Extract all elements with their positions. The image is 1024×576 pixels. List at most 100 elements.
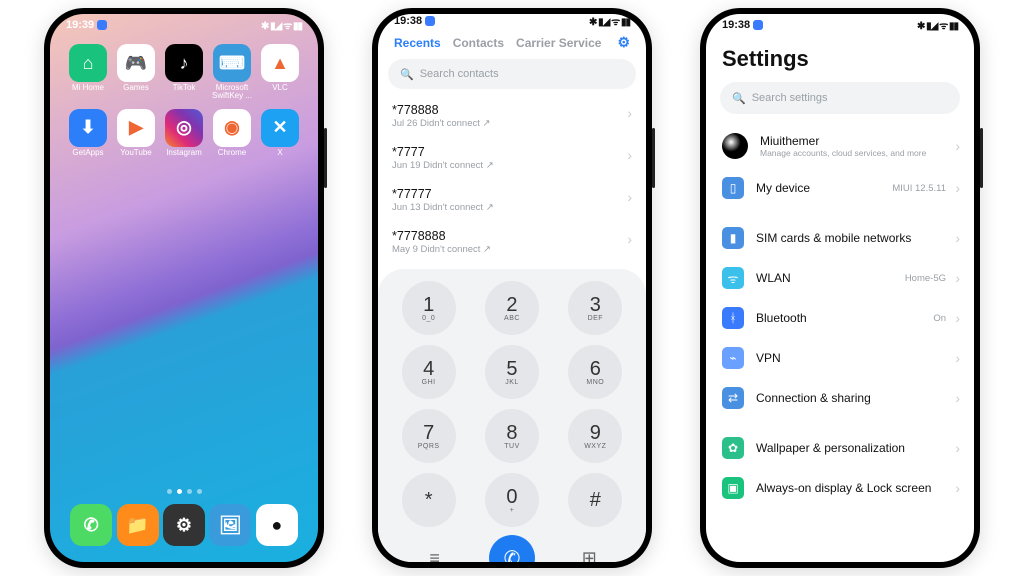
settings-item-label: Always-on display & Lock screen <box>756 481 958 495</box>
app-icon: ⌂ <box>69 44 107 82</box>
status-pill-icon <box>425 16 435 26</box>
settings-item-always-on-display-lock-screen[interactable]: ▣ Always-on display & Lock screen <box>720 468 960 508</box>
app-icon: ⌨ <box>213 44 251 82</box>
dialpad-key-7[interactable]: 7PQRS <box>402 409 456 463</box>
app-microsoft-swiftkey-[interactable]: ⌨ Microsoft SwiftKey ... <box>210 44 254 101</box>
search-icon: 🔍 <box>400 68 414 81</box>
phone-mockup-dialer: 19:38 ✱ ▮◢ ᯤ ▮▮ Recents Contacts Carrier… <box>372 8 652 568</box>
app-chrome[interactable]: ◉ Chrome <box>210 109 254 157</box>
phone-app[interactable]: ✆ <box>70 504 112 546</box>
search-icon: 🔍 <box>732 92 746 105</box>
search-contacts-input[interactable]: 🔍 Search contacts <box>388 59 636 89</box>
settings-item-label: Connection & sharing <box>756 391 958 405</box>
app-tiktok[interactable]: ♪ TikTok <box>162 44 206 101</box>
app-games[interactable]: 🎮 Games <box>114 44 158 101</box>
app-icon: ◉ <box>213 109 251 147</box>
menu-icon[interactable]: ≡ <box>429 548 440 563</box>
app-getapps[interactable]: ⬇ GetApps <box>66 109 110 157</box>
app-icon: ◎ <box>165 109 203 147</box>
search-placeholder: Search settings <box>752 92 828 104</box>
page-indicator[interactable] <box>50 489 318 498</box>
app-label: Microsoft SwiftKey ... <box>210 84 254 101</box>
account-name: Miuithemer <box>760 134 958 148</box>
app-instagram[interactable]: ◎ Instagram <box>162 109 206 157</box>
phone-mockup-settings: 19:38 ✱ ▮◢ ᯤ ▮▮ Settings 🔍 Search settin… <box>700 8 980 568</box>
app-label: Chrome <box>218 149 246 157</box>
status-pill-icon <box>97 20 107 30</box>
app-youtube[interactable]: ▶ YouTube <box>114 109 158 157</box>
app-label: GetApps <box>72 149 103 157</box>
settings-item-label: Wallpaper & personalization <box>756 441 958 455</box>
app-label: VLC <box>272 84 288 92</box>
tab-contacts[interactable]: Contacts <box>453 36 504 50</box>
app-x[interactable]: ✕ X <box>258 109 302 157</box>
dialpad-key-2[interactable]: 2ABC <box>485 281 539 335</box>
files-app[interactable]: 📁 <box>117 504 159 546</box>
call-number: *778888 <box>392 103 632 117</box>
settings-item-label: VPN <box>756 351 958 365</box>
app-grid-row-2: ⬇ GetApps ▶ YouTube ◎ Instagram ◉ Chrome… <box>50 101 318 157</box>
settings-item-vpn[interactable]: ⌁ VPN <box>720 338 960 378</box>
dialpad-key-hash[interactable]: # <box>568 473 622 527</box>
settings-item-connection-sharing[interactable]: ⇄ Connection & sharing <box>720 378 960 418</box>
dialpad-key-9[interactable]: 9WXYZ <box>568 409 622 463</box>
recent-calls-list: *778888 Jul 26 Didn't connect ↗ *7777 Ju… <box>388 95 636 263</box>
phone-app-screen: 19:38 ✱ ▮◢ ᯤ ▮▮ Recents Contacts Carrier… <box>378 14 646 562</box>
status-time: 19:38 <box>394 15 422 27</box>
dialpad-toggle-icon[interactable]: ⊞ <box>582 548 597 563</box>
home-screen: 19:39 ✱ ▮◢ ᯤ ▮▮ ⌂ Mi Home 🎮 Games ♪ TikT… <box>50 14 318 562</box>
call-meta: May 9 Didn't connect ↗ <box>392 244 632 255</box>
app-icon: ▶ <box>117 109 155 147</box>
app-label: Instagram <box>166 149 202 157</box>
search-settings-input[interactable]: 🔍 Search settings <box>720 82 960 114</box>
settings-app[interactable]: ⚙ <box>163 504 205 546</box>
dialpad-key-4[interactable]: 4GHI <box>402 345 456 399</box>
settings-item-wlan[interactable]: ᯤ WLAN Home-5G <box>720 258 960 298</box>
dialpad-key-3[interactable]: 3DEF <box>568 281 622 335</box>
app-label: Mi Home <box>72 84 104 92</box>
call-row[interactable]: *778888 Jul 26 Didn't connect ↗ <box>388 95 636 137</box>
call-number: *7778888 <box>392 229 632 243</box>
settings-account[interactable]: Miuithemer Manage accounts, cloud servic… <box>720 124 960 168</box>
phone-mockup-home: 19:39 ✱ ▮◢ ᯤ ▮▮ ⌂ Mi Home 🎮 Games ♪ TikT… <box>44 8 324 568</box>
gear-icon[interactable]: ⚙ <box>617 34 630 51</box>
status-pill-icon <box>753 20 763 30</box>
dialpad-key-0[interactable]: 0+ <box>485 473 539 527</box>
phone-tabs: Recents Contacts Carrier Service ⚙ <box>388 28 636 59</box>
dial-button[interactable]: ✆ <box>489 535 535 562</box>
app-vlc[interactable]: ▲ VLC <box>258 44 302 101</box>
app-mi-home[interactable]: ⌂ Mi Home <box>66 44 110 101</box>
dialpad-key-1[interactable]: 10_0 <box>402 281 456 335</box>
settings-item-sim-cards-mobile-networks[interactable]: ▮ SIM cards & mobile networks <box>720 218 960 258</box>
page-title: Settings <box>720 42 960 82</box>
gallery-app[interactable]: 🖼 <box>209 504 251 546</box>
settings-item-icon: ᚼ <box>722 307 744 329</box>
status-bar: 19:38 ✱ ▮◢ ᯤ ▮▮ <box>706 14 974 36</box>
dialpad: 10_0 2ABC 3DEF 4GHI 5JKL 6MNO 7PQRS 8TUV… <box>378 269 646 562</box>
settings-item-icon: ✿ <box>722 437 744 459</box>
call-row[interactable]: *7777 Jun 19 Didn't connect ↗ <box>388 137 636 179</box>
dialpad-key-8[interactable]: 8TUV <box>485 409 539 463</box>
call-row[interactable]: *7778888 May 9 Didn't connect ↗ <box>388 221 636 263</box>
settings-item-label: Bluetooth <box>756 311 921 325</box>
settings-item-bluetooth[interactable]: ᚼ Bluetooth On <box>720 298 960 338</box>
phone-icon: ▯ <box>722 177 744 199</box>
settings-item-value: On <box>933 313 946 324</box>
app-icon: ♪ <box>165 44 203 82</box>
camera-app[interactable]: ● <box>256 504 298 546</box>
settings-item-wallpaper-personalization[interactable]: ✿ Wallpaper & personalization <box>720 428 960 468</box>
app-icon: ▲ <box>261 44 299 82</box>
dialpad-key-6[interactable]: 6MNO <box>568 345 622 399</box>
dialpad-key-star[interactable]: * <box>402 473 456 527</box>
dialpad-key-5[interactable]: 5JKL <box>485 345 539 399</box>
tab-carrier[interactable]: Carrier Service <box>516 36 601 50</box>
tab-recents[interactable]: Recents <box>394 36 441 50</box>
app-label: Games <box>123 84 149 92</box>
dock: ✆📁⚙🖼● <box>60 498 308 552</box>
call-number: *77777 <box>392 187 632 201</box>
call-row[interactable]: *77777 Jun 13 Didn't connect ↗ <box>388 179 636 221</box>
settings-item-icon: ▣ <box>722 477 744 499</box>
call-meta: Jun 19 Didn't connect ↗ <box>392 160 632 171</box>
settings-my-device[interactable]: ▯ My device MIUI 12.5.11 <box>720 168 960 208</box>
app-label: X <box>277 149 282 157</box>
